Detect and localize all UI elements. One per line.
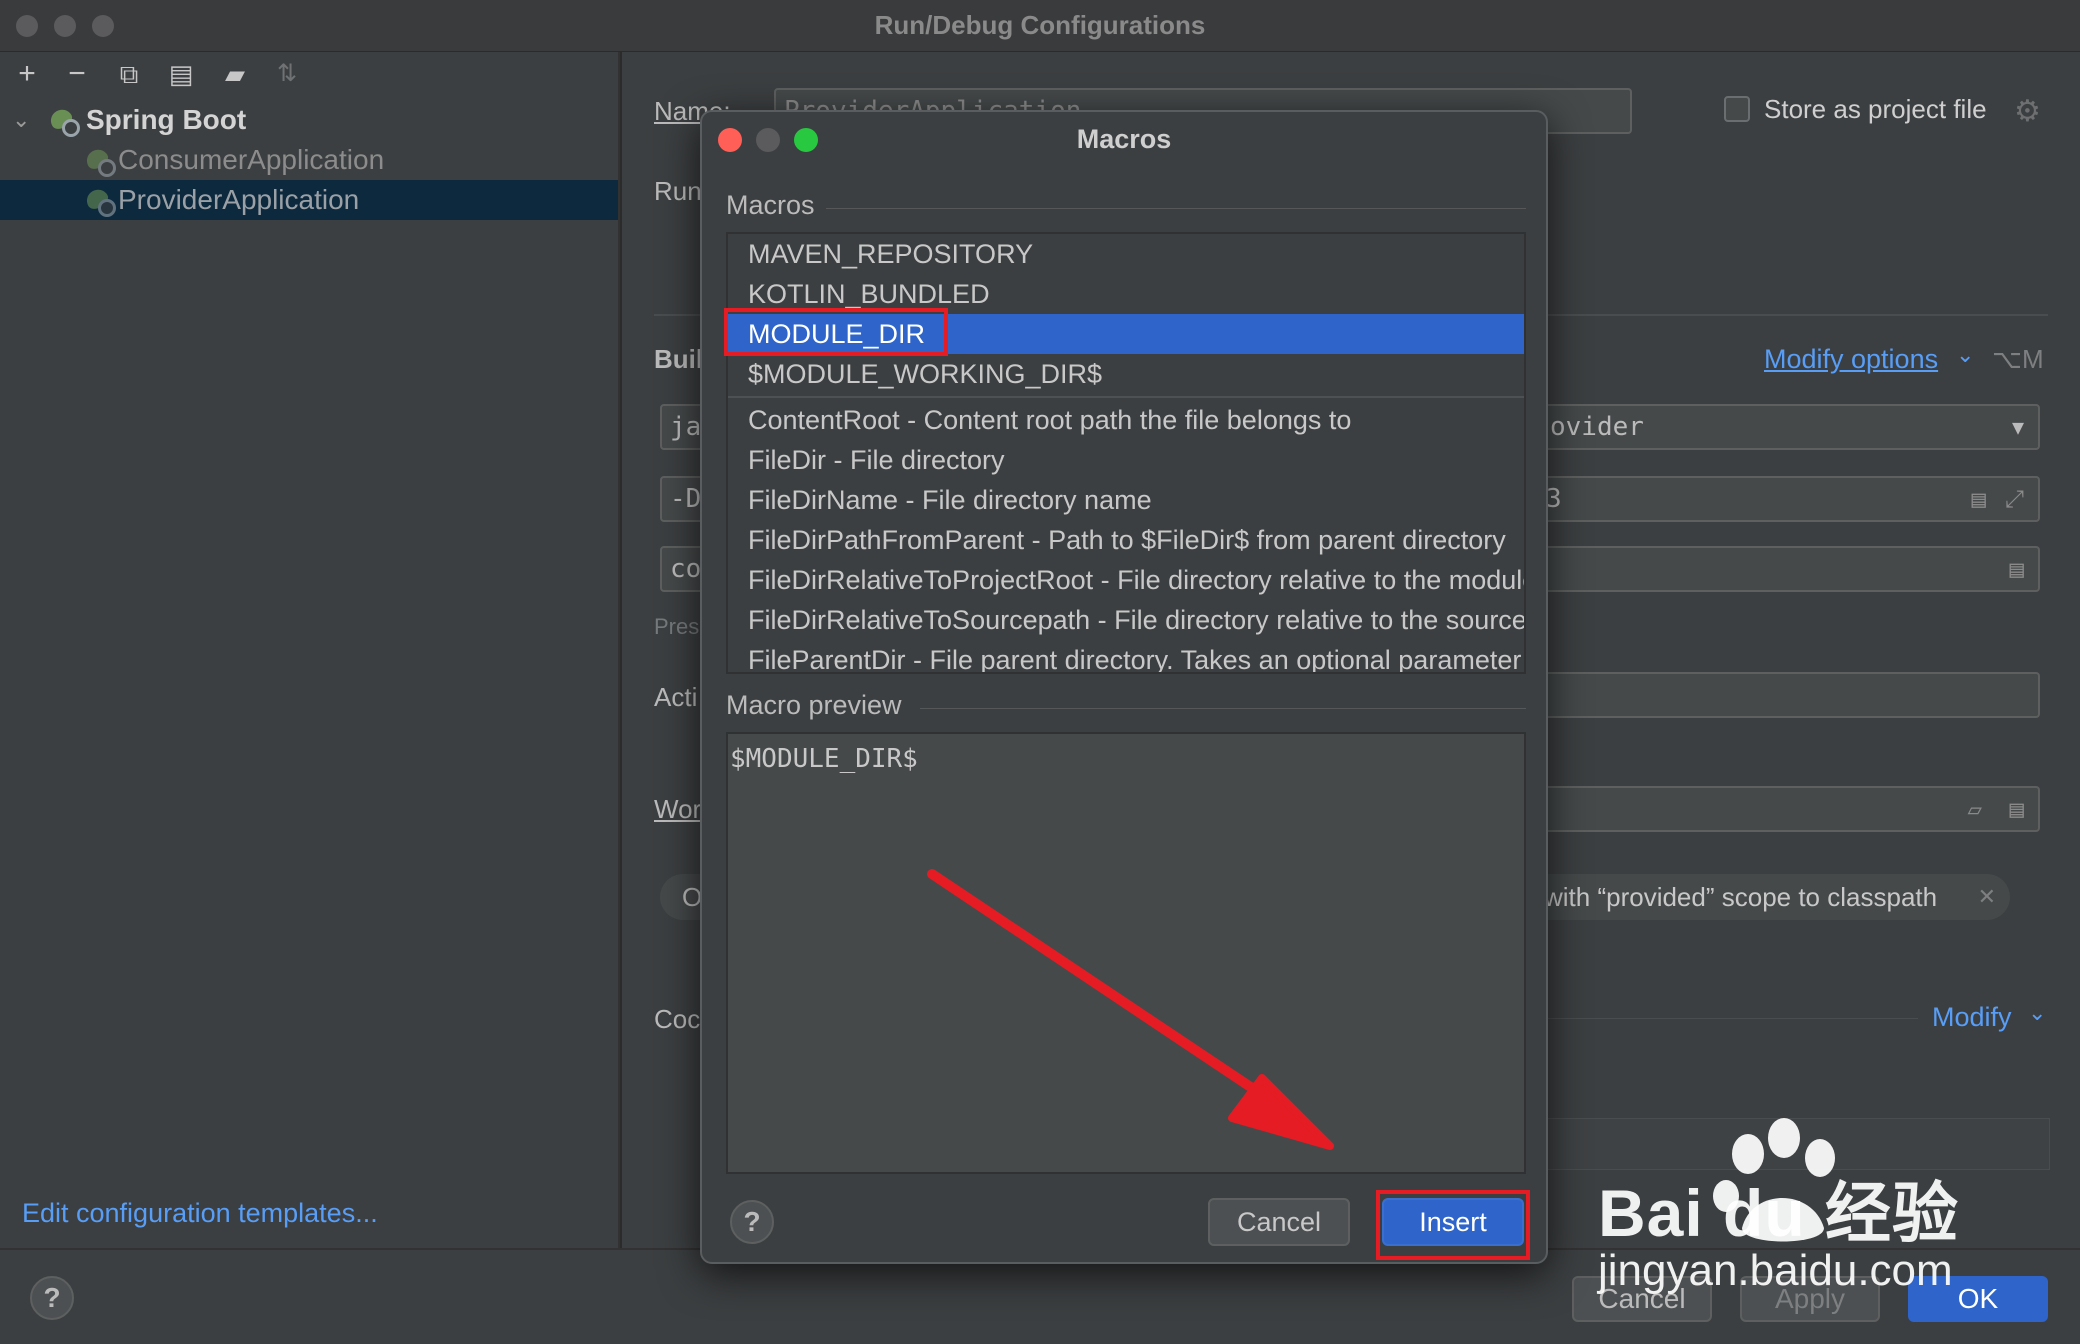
baidu-watermark-url: jingyan.baidu.com (1598, 1246, 1953, 1295)
baidu-watermark-brand: Bai du 经验 (1598, 1176, 1960, 1250)
